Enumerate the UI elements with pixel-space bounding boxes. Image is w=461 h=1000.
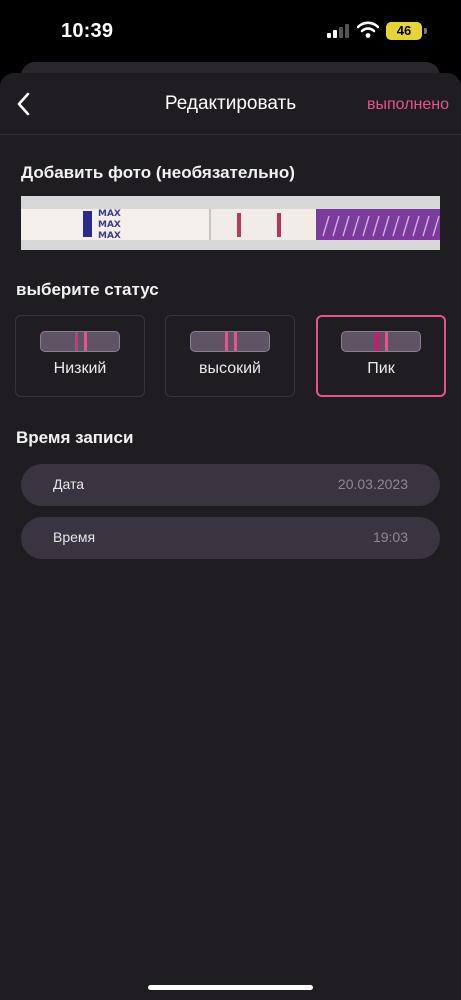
date-value: 20.03.2023 (337, 476, 408, 492)
time-label: Время (53, 529, 96, 545)
battery-icon: 46 (386, 22, 422, 40)
cellular-signal-icon (327, 24, 351, 38)
status-option-high[interactable]: высокий (165, 315, 295, 397)
nav-bar: Редактировать выполнено (0, 73, 461, 135)
wifi-icon (357, 21, 379, 38)
status-section-title: выберите статус (16, 280, 159, 299)
status-option-high-label: высокий (199, 360, 261, 377)
peak-strip-icon (341, 331, 421, 352)
record-time-title: Время записи (16, 428, 134, 447)
time-value: 19:03 (372, 529, 408, 545)
battery-cap (424, 28, 427, 34)
done-button[interactable]: выполнено (367, 96, 449, 114)
low-strip-icon (40, 331, 120, 352)
status-option-peak-label: Пик (367, 360, 395, 377)
status-option-low-label: Низкий (53, 360, 107, 377)
home-indicator (148, 985, 313, 990)
date-label: Дата (53, 476, 85, 492)
strip-max-text-2: MAX (98, 220, 121, 230)
photo-section-title: Добавить фото (необязательно) (21, 163, 295, 182)
test-strip-photo[interactable]: MAX MAX MAX (21, 196, 440, 250)
strip-max-text-3: MAX (98, 231, 121, 241)
time-row[interactable]: Время 19:03 (21, 517, 440, 559)
strip-max-text-1: MAX (98, 209, 121, 219)
high-strip-icon (190, 331, 270, 352)
status-time: 10:39 (61, 20, 114, 42)
edit-sheet: Редактировать выполнено Добавить фото (н… (0, 73, 461, 1000)
status-option-peak[interactable]: Пик (316, 315, 446, 397)
status-bar: 10:39 46 (0, 0, 461, 62)
status-option-low[interactable]: Низкий (15, 315, 145, 397)
date-row[interactable]: Дата 20.03.2023 (21, 464, 440, 506)
